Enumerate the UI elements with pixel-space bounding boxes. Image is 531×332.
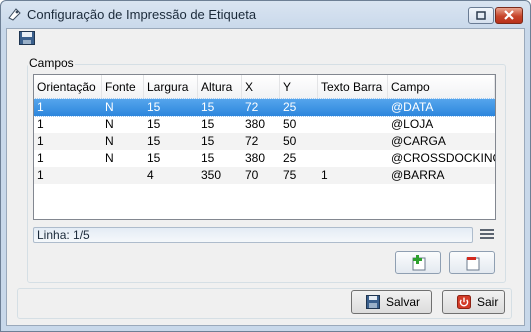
table-row[interactable]: 1 N 15 15 380 25 @CROSSDOCKING bbox=[34, 150, 495, 167]
cell-campo: @CROSSDOCKING bbox=[391, 151, 496, 165]
cell-fonte: N bbox=[105, 134, 114, 148]
cell-orientacao: 1 bbox=[37, 151, 44, 165]
app-icon bbox=[8, 8, 21, 21]
cell-altura: 15 bbox=[201, 100, 215, 114]
cell-x: 380 bbox=[245, 151, 266, 165]
cell-texto-barra bbox=[318, 150, 321, 167]
save-button[interactable]: Salvar bbox=[351, 290, 432, 314]
add-row-button[interactable] bbox=[395, 251, 441, 274]
cell-texto-barra bbox=[318, 116, 321, 133]
cell-altura: 15 bbox=[201, 117, 215, 131]
delete-row-icon bbox=[466, 257, 480, 271]
column-header-texto-barra[interactable]: Texto Barra bbox=[318, 75, 388, 99]
cell-y: 50 bbox=[283, 134, 297, 148]
table-row[interactable]: 1 N 15 15 72 25 @DATA bbox=[34, 98, 495, 117]
exit-button[interactable]: Sair bbox=[442, 290, 505, 314]
cell-fonte: N bbox=[105, 100, 114, 114]
cell-altura: 15 bbox=[201, 151, 215, 165]
cell-campo: @BARRA bbox=[391, 168, 445, 182]
cell-largura: 15 bbox=[147, 117, 161, 131]
cell-altura: 15 bbox=[201, 134, 215, 148]
cell-orientacao: 1 bbox=[37, 134, 44, 148]
cell-x: 380 bbox=[245, 117, 266, 131]
cell-altura: 350 bbox=[201, 168, 222, 182]
action-bar bbox=[17, 288, 512, 319]
cell-campo: @LOJA bbox=[391, 117, 434, 131]
cell-y: 75 bbox=[283, 168, 297, 182]
save-button-label: Salvar bbox=[386, 295, 421, 309]
cell-y: 25 bbox=[283, 151, 297, 165]
cell-x: 72 bbox=[245, 134, 259, 148]
title-bar[interactable]: Configuração de Impressão de Etiqueta bbox=[1, 1, 530, 29]
toolbar-save-button[interactable] bbox=[19, 31, 35, 45]
cell-fonte: N bbox=[105, 151, 114, 165]
cell-texto-barra: 1 bbox=[321, 168, 328, 182]
cell-campo: @DATA bbox=[391, 100, 434, 114]
menu-icon[interactable] bbox=[480, 228, 494, 240]
cell-y: 50 bbox=[283, 117, 297, 131]
status-bar bbox=[33, 227, 473, 243]
close-icon bbox=[504, 10, 514, 20]
cell-largura: 15 bbox=[147, 134, 161, 148]
close-button[interactable] bbox=[495, 7, 523, 24]
column-header-campo[interactable]: Campo bbox=[388, 75, 495, 99]
table-header: Orientação Fonte Largura Altura X Y Text… bbox=[34, 75, 495, 100]
cell-largura: 15 bbox=[147, 100, 161, 114]
fields-group-label: Campos bbox=[28, 56, 75, 70]
add-row-icon bbox=[412, 255, 426, 271]
table-row[interactable]: 1 4 350 70 75 1 @BARRA bbox=[34, 167, 495, 184]
cell-campo: @CARGA bbox=[391, 134, 446, 148]
floppy-disk-icon bbox=[366, 295, 380, 309]
cell-fonte bbox=[102, 167, 105, 184]
column-header-fonte[interactable]: Fonte bbox=[102, 75, 144, 99]
column-header-x[interactable]: X bbox=[242, 75, 280, 99]
cell-orientacao: 1 bbox=[37, 117, 44, 131]
window-title: Configuração de Impressão de Etiqueta bbox=[27, 7, 257, 22]
column-header-largura[interactable]: Largura bbox=[144, 75, 198, 99]
cell-fonte: N bbox=[105, 117, 114, 131]
exit-button-label: Sair bbox=[477, 295, 499, 309]
table-row[interactable]: 1 N 15 15 72 50 @CARGA bbox=[34, 133, 495, 150]
column-header-altura[interactable]: Altura bbox=[198, 75, 242, 99]
column-header-y[interactable]: Y bbox=[280, 75, 318, 99]
cell-orientacao: 1 bbox=[37, 100, 44, 114]
maximize-button[interactable] bbox=[468, 7, 494, 24]
maximize-icon bbox=[476, 11, 486, 20]
cell-y: 25 bbox=[283, 100, 297, 114]
cell-x: 70 bbox=[245, 168, 259, 182]
power-off-icon bbox=[457, 295, 471, 309]
cell-texto-barra bbox=[318, 133, 321, 150]
cell-x: 72 bbox=[245, 100, 259, 114]
row-position-text: Linha: 1/5 bbox=[37, 228, 90, 242]
cell-largura: 4 bbox=[147, 168, 154, 182]
cell-largura: 15 bbox=[147, 151, 161, 165]
cell-texto-barra bbox=[318, 99, 321, 116]
cell-orientacao: 1 bbox=[37, 168, 44, 182]
table-row[interactable]: 1 N 15 15 380 50 @LOJA bbox=[34, 116, 495, 133]
delete-row-button[interactable] bbox=[449, 251, 495, 274]
column-header-orientacao[interactable]: Orientação bbox=[34, 75, 102, 99]
fields-table[interactable]: Orientação Fonte Largura Altura X Y Text… bbox=[33, 74, 496, 220]
